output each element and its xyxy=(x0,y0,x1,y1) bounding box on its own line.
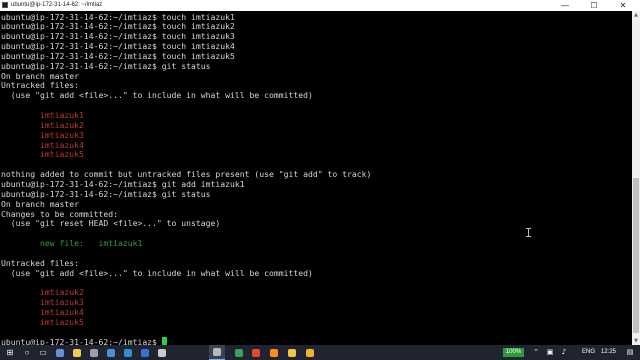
network-icon[interactable]: ▣ xyxy=(546,349,554,356)
terminal-line: imtiazuk3 xyxy=(1,129,84,140)
store-icon-glyph xyxy=(107,348,115,357)
app-icon-8-glyph xyxy=(306,348,314,357)
terminal-line: Untracked files: xyxy=(1,257,79,268)
terminal-line: ubuntu@ip-172-31-14-62:~/imtiaz$ touch i… xyxy=(1,41,235,52)
file-explorer-icon-glyph xyxy=(73,348,81,357)
firefox-icon-glyph xyxy=(270,348,278,357)
clock[interactable]: 12:25 xyxy=(601,345,616,360)
terminal-line: imtiazuk5 xyxy=(1,149,84,160)
putty-icon[interactable] xyxy=(209,345,225,360)
scroll-up-arrow-icon[interactable]: ▲ xyxy=(632,11,640,19)
terminal-line: ubuntu@ip-172-31-14-62:~/imtiaz$ xyxy=(1,336,162,345)
vertical-scrollbar[interactable]: ▲ ▼ xyxy=(632,11,640,345)
app-icon-8[interactable] xyxy=(302,345,318,360)
search-icon[interactable]: ○ xyxy=(19,345,35,360)
battery-indicator[interactable]: 100% xyxy=(503,348,524,357)
language-indicator[interactable]: ENG xyxy=(582,345,595,360)
terminal-app-icon xyxy=(2,2,8,8)
terminal-cursor xyxy=(162,337,168,345)
text-cursor-ibeam-icon xyxy=(526,228,532,237)
windows-taskbar: 100% ⌃ ▣ ♪ ENG 12:25 ▤ ⊞ ○ ▭ xyxy=(0,345,640,360)
app-icon-2-glyph xyxy=(90,348,98,357)
close-button[interactable]: ✕ xyxy=(612,0,634,11)
app-icon-5[interactable] xyxy=(231,345,247,360)
edge-icon[interactable] xyxy=(120,345,136,360)
terminal-line: On branch master xyxy=(1,198,79,209)
terminal-line: imtiazuk4 xyxy=(1,307,84,317)
app-icon-1[interactable] xyxy=(52,345,68,360)
terminal-line: On branch master xyxy=(1,70,79,81)
store-icon[interactable] xyxy=(103,345,119,360)
terminal-line: (use "git add <file>..." to include in w… xyxy=(1,90,313,101)
app-icon-7[interactable] xyxy=(284,345,300,360)
terminal-line: imtiazuk3 xyxy=(1,297,84,308)
notification-icon[interactable]: ▤ xyxy=(626,349,634,356)
terminal-line: imtiazuk1 xyxy=(1,110,84,120)
terminal-line: imtiazuk5 xyxy=(1,316,84,327)
terminal-line: imtiazuk4 xyxy=(1,139,84,150)
scroll-down-arrow-icon[interactable]: ▼ xyxy=(632,337,640,345)
terminal-line: imtiazuk2 xyxy=(1,287,84,298)
terminal-line: ubuntu@ip-172-31-14-62:~/imtiaz$ git sta… xyxy=(1,188,211,199)
app-icon-4[interactable] xyxy=(154,345,170,360)
terminal-line: nothing added to commit but untracked fi… xyxy=(1,169,372,180)
terminal-line: ubuntu@ip-172-31-14-62:~/imtiaz$ touch i… xyxy=(1,11,235,22)
terminal-line: ubuntu@ip-172-31-14-62:~/imtiaz$ touch i… xyxy=(1,31,235,42)
app-icon-6-glyph xyxy=(252,348,260,357)
app-icon-5-glyph xyxy=(235,348,243,357)
app-icon-4-glyph xyxy=(158,348,166,357)
terminal-line: (use "git add <file>..." to include in w… xyxy=(1,267,313,278)
putty-icon-glyph xyxy=(213,348,221,356)
file-explorer-icon[interactable] xyxy=(69,345,85,360)
firefox-icon[interactable] xyxy=(266,345,282,360)
terminal-line: new file: imtiazuk1 xyxy=(1,238,143,249)
app-icon-6[interactable] xyxy=(248,345,264,360)
app-icon-3-glyph xyxy=(141,348,149,357)
terminal-line: ubuntu@ip-172-31-14-62:~/imtiaz$ git sta… xyxy=(1,60,211,71)
terminal-line: (use "git reset HEAD <file>..." to unsta… xyxy=(1,218,221,229)
windows-start-icon[interactable]: ⊞ xyxy=(2,345,18,360)
terminal-line: ubuntu@ip-172-31-14-62:~/imtiaz$ touch i… xyxy=(1,21,235,32)
terminal-line: imtiazuk2 xyxy=(1,119,84,130)
app-icon-3[interactable] xyxy=(137,345,153,360)
terminal-line: ubuntu@ip-172-31-14-62:~/imtiaz$ git add… xyxy=(1,178,245,189)
window-title: ubuntu@ip-172-31-14-62: ~/imtiaz xyxy=(11,2,103,8)
app-icon-1-glyph xyxy=(56,348,64,357)
terminal-line: Changes to be committed: xyxy=(1,208,118,219)
minimize-button[interactable]: — xyxy=(554,0,576,11)
edge-icon-glyph xyxy=(124,348,132,357)
task-view-icon[interactable]: ▭ xyxy=(35,345,51,360)
maximize-button[interactable]: ☐ xyxy=(583,0,605,11)
volume-icon[interactable]: ♪ xyxy=(560,349,568,356)
app-icon-7-glyph xyxy=(288,348,296,357)
chevron-up-icon[interactable]: ⌃ xyxy=(532,349,540,356)
terminal-line: ubuntu@ip-172-31-14-62:~/imtiaz$ touch i… xyxy=(1,50,235,61)
terminal-line: Untracked files: xyxy=(1,80,79,91)
app-icon-2[interactable] xyxy=(86,345,102,360)
terminal-output[interactable]: ubuntu@ip-172-31-14-62:~/imtiaz$ touch i… xyxy=(0,11,632,345)
scroll-thumb[interactable] xyxy=(633,178,639,333)
